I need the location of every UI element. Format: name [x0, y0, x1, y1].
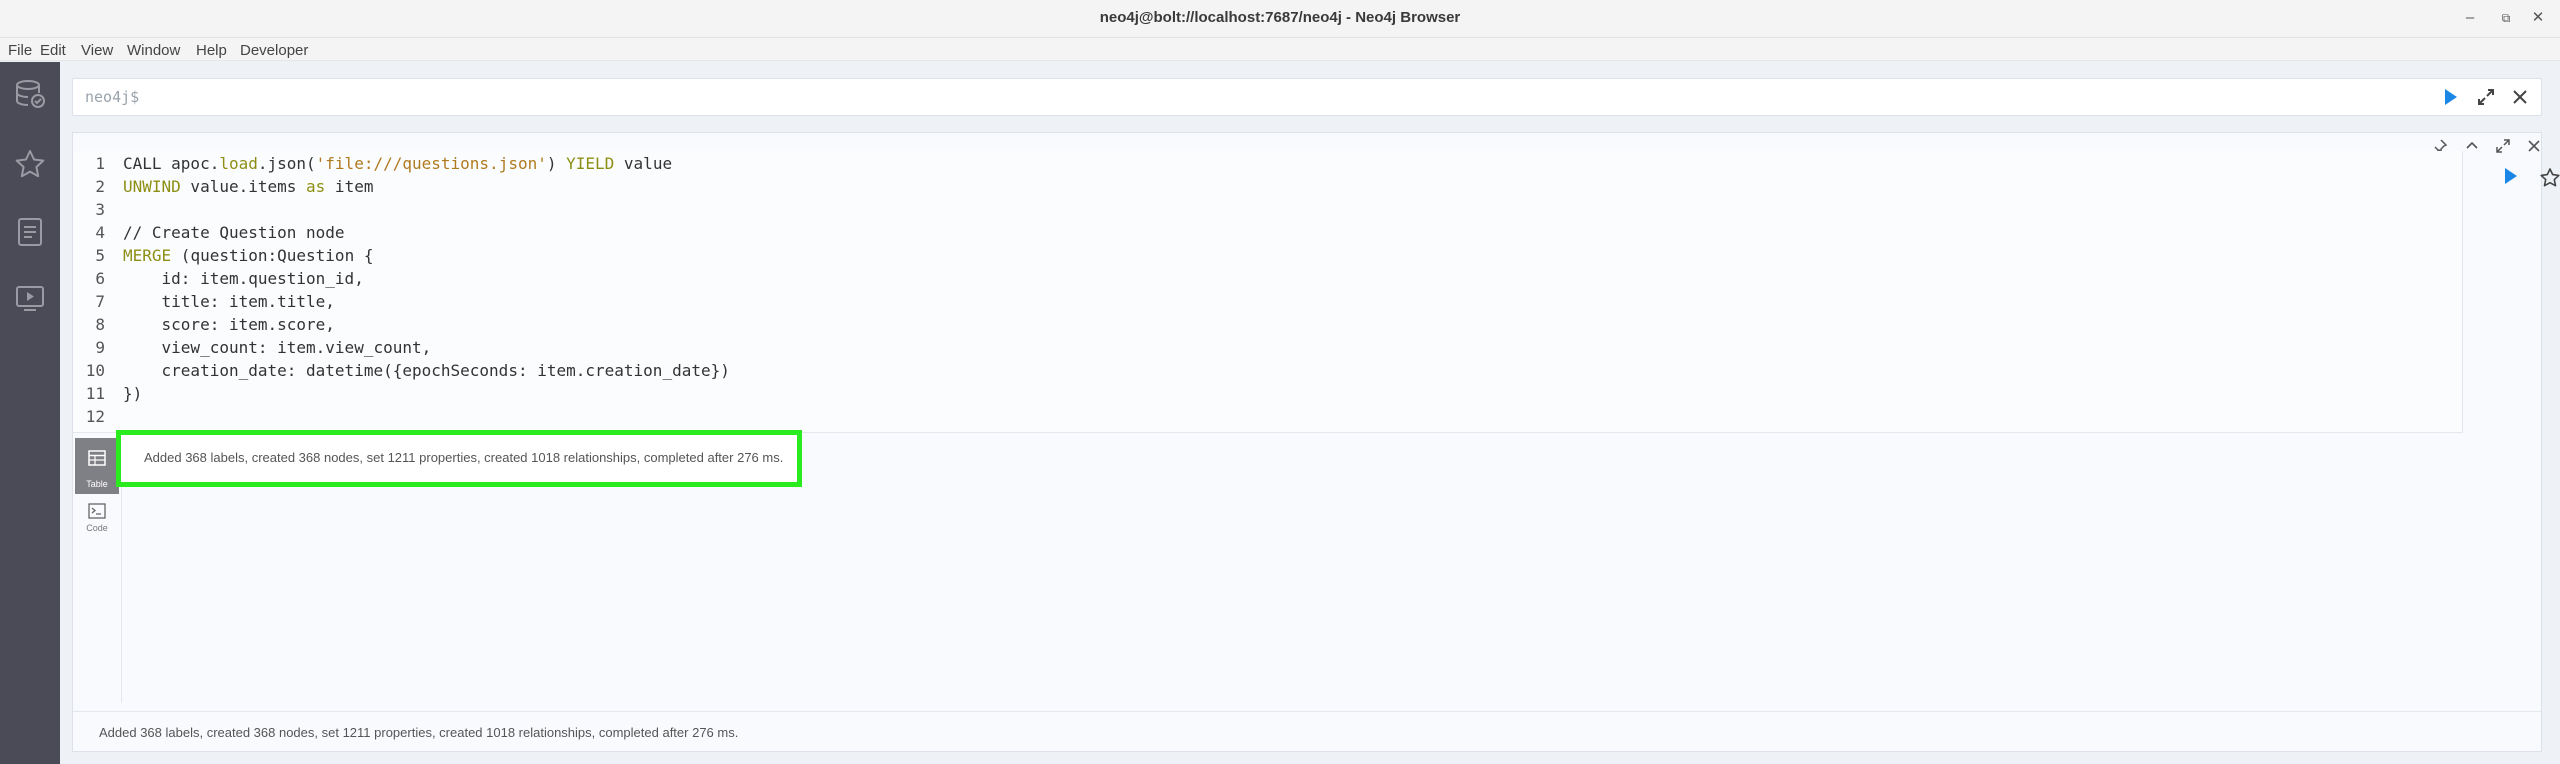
code-text: title: item.title, [123, 292, 335, 311]
code-line: 2 UNWIND value.items as item [73, 177, 2453, 200]
menu-developer[interactable]: Developer [240, 42, 308, 59]
code-text: CALL apoc.load.json('file:///questions.j… [123, 154, 673, 173]
fullscreen-frame-icon[interactable] [2494, 137, 2512, 155]
code-text: creation_date: datetime({epochSeconds: i… [123, 361, 730, 380]
result-view-tabs: Table Code [73, 433, 121, 713]
line-number: 10 [85, 361, 105, 380]
clear-editor-icon[interactable] [2509, 86, 2531, 108]
code-line: 9 view_count: item.view_count, [73, 338, 2453, 361]
expand-editor-icon[interactable] [2475, 86, 2497, 108]
code-terminal-icon [88, 503, 106, 519]
query-code-view[interactable]: 1 CALL apoc.load.json('file:///questions.… [73, 151, 2463, 433]
title-bar: neo4j@bolt://localhost:7687/neo4j - Neo4… [0, 0, 2560, 38]
favorites-star-icon[interactable] [14, 148, 46, 180]
code-text: MERGE (question:Question { [123, 246, 374, 265]
line-number: 3 [95, 200, 105, 219]
code-line: 6 id: item.question_id, [73, 269, 2453, 292]
run-query-button[interactable] [2439, 86, 2461, 108]
code-text: // Create Question node [123, 223, 345, 242]
close-frame-icon[interactable] [2525, 137, 2543, 155]
guides-play-icon[interactable] [14, 282, 46, 314]
code-line: 5 MERGE (question:Question { [73, 246, 2453, 269]
documents-icon[interactable] [14, 216, 46, 248]
window-title: neo4j@bolt://localhost:7687/neo4j - Neo4… [1099, 9, 1461, 26]
line-number: 5 [95, 246, 105, 265]
menu-view[interactable]: View [81, 42, 113, 59]
minimize-button[interactable]: – [2458, 6, 2482, 30]
result-status-bar: Added 368 labels, created 368 nodes, set… [73, 711, 2541, 751]
code-line: 7 title: item.title, [73, 292, 2453, 315]
database-icon[interactable] [14, 78, 46, 110]
line-number: 8 [95, 315, 105, 334]
menu-edit[interactable]: Edit [40, 42, 66, 59]
line-number: 4 [95, 223, 105, 242]
query-editor[interactable]: neo4j$ [72, 78, 2542, 116]
code-line: 10 creation_date: datetime({epochSeconds… [73, 361, 2453, 384]
code-line: 4 // Create Question node [73, 223, 2453, 246]
code-line: 1 CALL apoc.load.json('file:///questions.… [73, 154, 2453, 177]
status-message: Added 368 labels, created 368 nodes, set… [99, 725, 739, 740]
sidebar [0, 62, 60, 764]
collapse-frame-icon[interactable] [2463, 137, 2481, 155]
editor-prompt: neo4j$ [85, 88, 140, 106]
line-number: 11 [85, 384, 105, 403]
menu-bar: File Edit View Window Help Developer [0, 38, 2560, 61]
code-line: 8 score: item.score, [73, 315, 2453, 338]
tab-code[interactable]: Code [75, 495, 119, 551]
line-number: 9 [95, 338, 105, 357]
code-text: view_count: item.view_count, [123, 338, 432, 357]
code-line: 3 [73, 200, 2453, 223]
code-text: id: item.question_id, [123, 269, 364, 288]
table-icon [88, 450, 106, 466]
code-text: UNWIND value.items as item [123, 177, 374, 196]
maximize-button[interactable]: ⧉ [2494, 6, 2518, 30]
result-summary-box: Added 368 labels, created 368 nodes, set… [116, 430, 802, 487]
menu-file[interactable]: File [8, 42, 32, 59]
menu-window[interactable]: Window [127, 42, 180, 59]
code-text: }) [123, 384, 143, 403]
tab-code-label: Code [86, 523, 108, 533]
rerun-query-button[interactable] [2499, 165, 2521, 187]
result-summary-message: Added 368 labels, created 368 nodes, set… [144, 450, 784, 465]
code-line: 12 [73, 407, 2453, 430]
favorite-query-star-icon[interactable] [2539, 167, 2560, 189]
line-number: 1 [95, 154, 105, 173]
line-number: 7 [95, 292, 105, 311]
code-text: score: item.score, [123, 315, 335, 334]
tab-table-label: Table [86, 479, 108, 489]
line-number: 12 [85, 407, 105, 426]
menu-help[interactable]: Help [196, 42, 227, 59]
line-number: 2 [95, 177, 105, 196]
line-number: 6 [95, 269, 105, 288]
tab-table[interactable]: Table [75, 438, 119, 494]
close-window-button[interactable]: ✕ [2526, 6, 2550, 30]
code-line: 11}) [73, 384, 2453, 407]
